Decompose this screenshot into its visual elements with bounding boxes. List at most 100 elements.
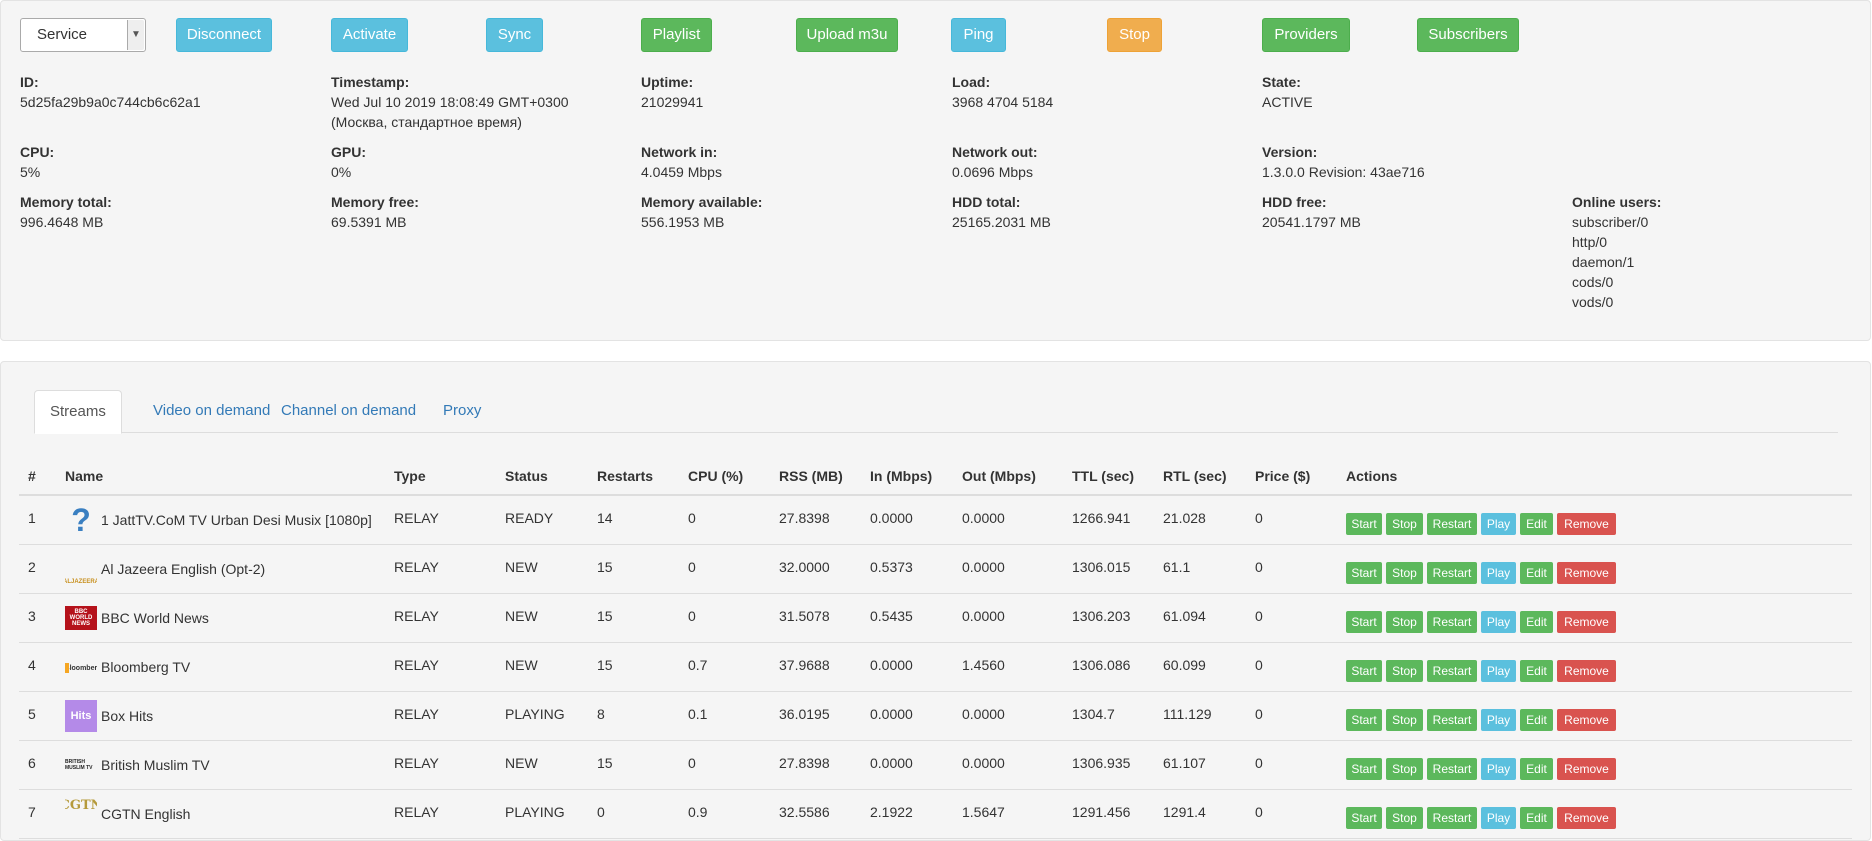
sync-button[interactable]: Sync — [486, 18, 543, 52]
table-header: # Name Type Status Restarts CPU (%) RSS (MB) In… — [19, 460, 1852, 496]
remove-stream-button[interactable]: Remove — [1557, 660, 1616, 682]
start-stream-button[interactable]: Start — [1346, 758, 1382, 780]
stat-memory-available: Memory available: 556.1953 MB — [641, 192, 762, 232]
cell-type: RELAY — [394, 559, 439, 575]
tab-video-on-demand[interactable]: Video on demand — [138, 390, 285, 433]
remove-stream-button[interactable]: Remove — [1557, 709, 1616, 731]
remove-stream-button[interactable]: Remove — [1557, 807, 1616, 829]
stat-version-value: 1.3.0.0 Revision: 43ae716 — [1262, 164, 1425, 180]
tab-streams[interactable]: Streams — [34, 390, 122, 434]
restart-stream-button[interactable]: Restart — [1427, 611, 1477, 633]
play-stream-button[interactable]: Play — [1481, 709, 1516, 731]
table-row: 7 RELAY PLAYING 0 0.9 32.5586 2.1922 1.5647 1291… — [19, 790, 1852, 839]
stop-stream-button[interactable]: Stop — [1386, 758, 1423, 780]
restart-stream-button[interactable]: Restart — [1427, 562, 1477, 584]
cell-rss: 31.5078 — [779, 608, 830, 624]
server-status-panel: Service ▼ Disconnect Activate Sync Playl… — [0, 0, 1871, 341]
activate-button[interactable]: Activate — [331, 18, 408, 52]
upload-m3u-button[interactable]: Upload m3u — [796, 18, 898, 52]
cell-out: 0.0000 — [962, 608, 1005, 624]
cell-restarts: 15 — [597, 755, 613, 771]
play-stream-button[interactable]: Play — [1481, 758, 1516, 780]
edit-stream-button[interactable]: Edit — [1520, 562, 1553, 584]
service-select[interactable]: Service ▼ — [20, 18, 146, 52]
restart-stream-button[interactable]: Restart — [1427, 758, 1477, 780]
cell-restarts: 8 — [597, 706, 605, 722]
edit-stream-button[interactable]: Edit — [1520, 660, 1553, 682]
remove-stream-button[interactable]: Remove — [1557, 513, 1616, 535]
stop-stream-button[interactable]: Stop — [1386, 513, 1423, 535]
disconnect-button[interactable]: Disconnect — [176, 18, 272, 52]
ping-button[interactable]: Ping — [951, 18, 1006, 52]
restart-stream-button[interactable]: Restart — [1427, 709, 1477, 731]
remove-stream-button[interactable]: Remove — [1557, 758, 1616, 780]
cell-type: RELAY — [394, 706, 439, 722]
cell-cpu: 0 — [688, 510, 696, 526]
column-header-rss: RSS (MB) — [779, 468, 843, 484]
stat-network-in-label: Network in: — [641, 144, 718, 160]
play-stream-button[interactable]: Play — [1481, 513, 1516, 535]
tab-proxy[interactable]: Proxy — [428, 390, 496, 433]
stat-gpu-value: 0% — [331, 164, 352, 180]
cell-status: NEW — [505, 559, 538, 575]
column-header-out: Out (Mbps) — [962, 468, 1036, 484]
start-stream-button[interactable]: Start — [1346, 807, 1382, 829]
stop-stream-button[interactable]: Stop — [1386, 660, 1423, 682]
start-stream-button[interactable]: Start — [1346, 611, 1382, 633]
stat-hdd-total-value: 25165.2031 MB — [952, 214, 1051, 230]
stop-stream-button[interactable]: Stop — [1386, 562, 1423, 584]
restart-stream-button[interactable]: Restart — [1427, 807, 1477, 829]
remove-stream-button[interactable]: Remove — [1557, 611, 1616, 633]
cell-cpu: 0 — [688, 559, 696, 575]
start-stream-button[interactable]: Start — [1346, 709, 1382, 731]
stat-uptime: Uptime: 21029941 — [641, 72, 703, 112]
cell-num: 7 — [28, 804, 36, 820]
start-stream-button[interactable]: Start — [1346, 562, 1382, 584]
edit-stream-button[interactable]: Edit — [1520, 611, 1553, 633]
edit-stream-button[interactable]: Edit — [1520, 758, 1553, 780]
channel-logo: ? — [71, 504, 91, 536]
subscribers-button[interactable]: Subscribers — [1417, 18, 1519, 52]
edit-stream-button[interactable]: Edit — [1520, 807, 1553, 829]
edit-stream-button[interactable]: Edit — [1520, 709, 1553, 731]
channel-logo: ALJAZEERA — [65, 579, 97, 585]
chevron-down-icon: ▼ — [127, 20, 144, 50]
cell-rtl: 1291.4 — [1163, 804, 1206, 820]
play-stream-button[interactable]: Play — [1481, 562, 1516, 584]
start-stream-button[interactable]: Start — [1346, 660, 1382, 682]
restart-stream-button[interactable]: Restart — [1427, 660, 1477, 682]
column-header-actions: Actions — [1346, 468, 1398, 484]
cell-status: NEW — [505, 608, 538, 624]
stat-network-out-value: 0.0696 Mbps — [952, 164, 1033, 180]
edit-stream-button[interactable]: Edit — [1520, 513, 1553, 535]
stat-state-value: ACTIVE — [1262, 94, 1313, 110]
stat-network-out: Network out: 0.0696 Mbps — [952, 142, 1038, 182]
play-stream-button[interactable]: Play — [1481, 807, 1516, 829]
stop-stream-button[interactable]: Stop — [1386, 807, 1423, 829]
play-stream-button[interactable]: Play — [1481, 660, 1516, 682]
stat-state-label: State: — [1262, 74, 1301, 90]
cell-ttl: 1306.203 — [1072, 608, 1131, 624]
stat-hdd-free-value: 20541.1797 MB — [1262, 214, 1361, 230]
cell-cpu: 0.9 — [688, 804, 708, 820]
stat-id-value: 5d25fa29b9a0c744cb6c62a1 — [20, 94, 201, 110]
table-row: 3 RELAY NEW 15 0 31.5078 0.5435 0.0000 1306.203 6… — [19, 594, 1852, 643]
cell-in: 2.1922 — [870, 804, 913, 820]
cell-cpu: 0.7 — [688, 657, 708, 673]
providers-button[interactable]: Providers — [1262, 18, 1350, 52]
remove-stream-button[interactable]: Remove — [1557, 562, 1616, 584]
cell-type: RELAY — [394, 608, 439, 624]
cell-name: Box Hits — [101, 708, 154, 724]
channel-logo: BBC WORLD NEWS — [65, 606, 97, 630]
restart-stream-button[interactable]: Restart — [1427, 513, 1477, 535]
tab-channel-on-demand[interactable]: Channel on demand — [266, 390, 431, 433]
stop-stream-button[interactable]: Stop — [1386, 709, 1423, 731]
column-header-rtl: RTL (sec) — [1163, 468, 1227, 484]
playlist-button[interactable]: Playlist — [641, 18, 712, 52]
play-stream-button[interactable]: Play — [1481, 611, 1516, 633]
start-stream-button[interactable]: Start — [1346, 513, 1382, 535]
stat-memory-free-label: Memory free: — [331, 194, 419, 210]
stop-button[interactable]: Stop — [1107, 18, 1162, 52]
stat-network-in-value: 4.0459 Mbps — [641, 164, 722, 180]
stop-stream-button[interactable]: Stop — [1386, 611, 1423, 633]
